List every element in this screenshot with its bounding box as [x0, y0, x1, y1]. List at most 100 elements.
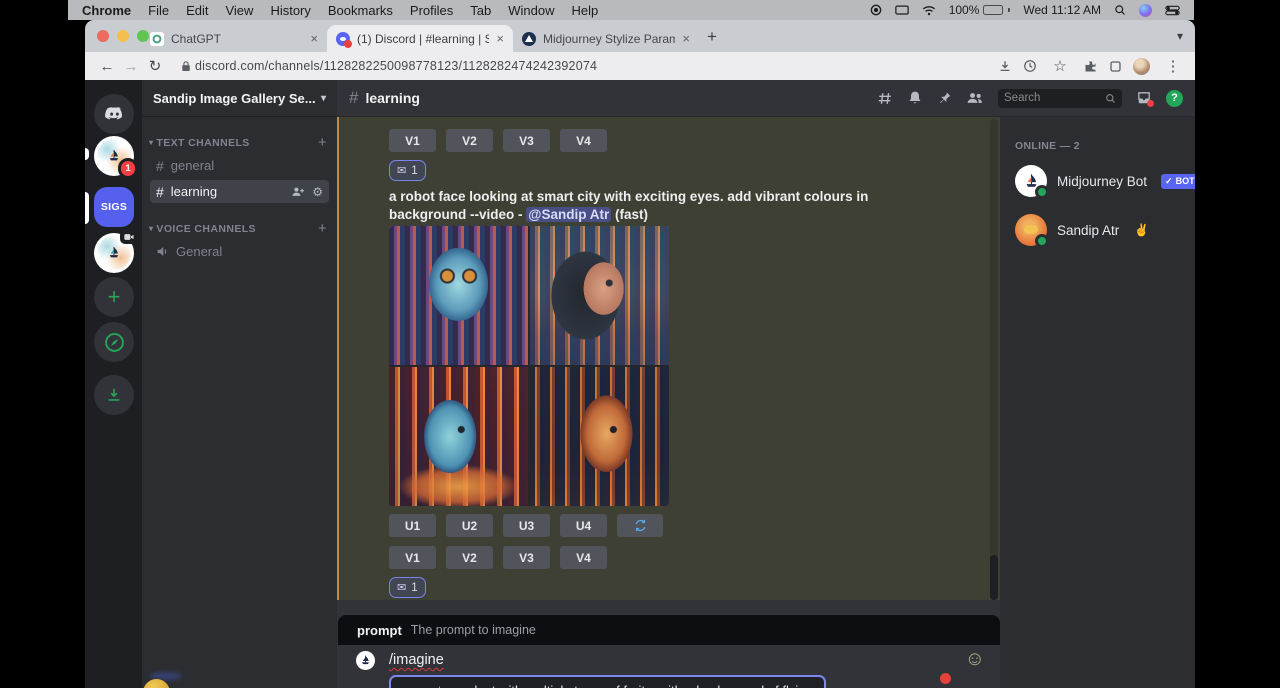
bot-badge: ✓BOT — [1161, 174, 1195, 189]
member-midjourney-bot[interactable]: Midjourney Bot ✓BOT — [1015, 161, 1195, 201]
chat-scrollbar-thumb[interactable] — [990, 555, 998, 600]
v4-button[interactable]: V4 — [560, 129, 607, 152]
menu-file[interactable]: File — [148, 3, 169, 18]
tab-midjourney-doc[interactable]: Midjourney Stylize Parameter × — [513, 25, 699, 52]
browser-window: ChatGPT × (1) Discord | #learning | Sand… — [85, 20, 1195, 688]
menu-tab[interactable]: Tab — [470, 3, 491, 18]
discord-home-button[interactable] — [94, 94, 134, 134]
v1-button[interactable]: V1 — [389, 546, 436, 569]
v1-button[interactable]: V1 — [389, 129, 436, 152]
server-header[interactable]: Sandip Image Gallery Se... ▾ — [142, 80, 337, 117]
battery-indicator[interactable]: 100% — [949, 3, 1011, 17]
screen-record-icon[interactable] — [870, 4, 882, 16]
siri-icon[interactable] — [1139, 4, 1152, 17]
member-sandip-atr[interactable]: Sandip Atr ✌ — [1015, 210, 1195, 250]
hash-icon: # — [349, 88, 358, 108]
message-composer: /imagine ☺ prompt a plant with multiple … — [338, 645, 1000, 688]
menu-help[interactable]: Help — [572, 3, 599, 18]
menu-bookmarks[interactable]: Bookmarks — [328, 3, 393, 18]
minimize-window-button[interactable] — [117, 30, 129, 42]
server-midjourney[interactable]: 1 — [94, 136, 134, 176]
browser-menu-icon[interactable]: ⋮ — [1161, 59, 1185, 74]
menu-edit[interactable]: Edit — [186, 3, 208, 18]
v4-button[interactable]: V4 — [560, 546, 607, 569]
create-channel-icon[interactable]: + — [318, 134, 327, 151]
inbox-icon[interactable] — [1136, 90, 1152, 106]
reroll-button[interactable] — [617, 514, 663, 537]
voice-channels-section[interactable]: ▾ VOICE CHANNELS + — [142, 220, 337, 237]
tab-chatgpt[interactable]: ChatGPT × — [141, 25, 327, 52]
channel-general[interactable]: # general — [150, 154, 329, 177]
spotlight-icon[interactable] — [1114, 4, 1126, 16]
menubar-clock[interactable]: Wed 11:12 AM — [1023, 3, 1101, 17]
channel-learning[interactable]: # learning ⚙ — [150, 180, 329, 203]
member-list-icon[interactable] — [966, 91, 984, 105]
v3-button[interactable]: V3 — [503, 129, 550, 152]
menu-history[interactable]: History — [270, 3, 310, 18]
v2-button[interactable]: V2 — [446, 129, 493, 152]
wifi-icon[interactable] — [922, 5, 936, 16]
download-apps-button[interactable] — [94, 375, 134, 415]
server-menu-chevron-icon[interactable]: ▾ — [321, 93, 326, 104]
notifications-bell-icon[interactable] — [907, 90, 923, 106]
menu-app-chrome[interactable]: Chrome — [82, 3, 131, 18]
v3-button[interactable]: V3 — [503, 546, 550, 569]
emoji-picker-icon[interactable]: ☺ — [965, 649, 985, 669]
help-icon[interactable]: ? — [1166, 90, 1183, 107]
forward-button[interactable]: → — [119, 59, 143, 74]
chat-scrollbar-track[interactable] — [990, 119, 998, 598]
extensions-icon[interactable] — [1083, 59, 1098, 74]
server-midjourney-alt[interactable] — [94, 233, 134, 273]
back-button[interactable]: ← — [95, 59, 119, 74]
user-mention[interactable]: @Sandip Atr — [526, 207, 611, 222]
close-tab-icon[interactable]: × — [310, 32, 318, 45]
tab-discord[interactable]: (1) Discord | #learning | Sandi × — [327, 25, 513, 52]
imagine-command[interactable]: /imagine — [389, 652, 444, 668]
prompt-option-input[interactable]: prompt a plant with multiple types of fr… — [389, 675, 826, 688]
u4-button[interactable]: U4 — [560, 514, 607, 537]
bookmark-star-icon[interactable]: ☆ — [1048, 59, 1072, 74]
invite-people-icon[interactable] — [291, 186, 305, 198]
envelope-reaction[interactable]: ✉ 1 — [389, 160, 426, 181]
u1-button[interactable]: U1 — [389, 514, 436, 537]
v2-button[interactable]: V2 — [446, 546, 493, 569]
tab-overflow-chevron-icon[interactable]: ▾ — [1177, 29, 1183, 43]
display-icon[interactable] — [895, 5, 909, 16]
reload-button[interactable]: ↻ — [143, 59, 167, 74]
close-tab-icon[interactable]: × — [496, 32, 504, 45]
tab-switcher-icon[interactable] — [1109, 60, 1122, 73]
pinned-messages-icon[interactable] — [937, 91, 952, 106]
u2-button[interactable]: U2 — [446, 514, 493, 537]
add-server-button[interactable]: + — [94, 277, 134, 317]
close-tab-icon[interactable]: × — [682, 32, 690, 45]
menu-view[interactable]: View — [225, 3, 253, 18]
profile-avatar[interactable] — [1133, 58, 1150, 75]
check-icon: ✓ — [1165, 176, 1173, 187]
create-channel-icon[interactable]: + — [318, 220, 327, 237]
close-window-button[interactable] — [97, 30, 109, 42]
generated-image-4[interactable] — [530, 367, 669, 506]
lock-icon[interactable] — [181, 60, 191, 72]
option-value[interactable]: a plant with multiple types of fruits, w… — [456, 683, 814, 688]
search-input[interactable]: Search — [998, 89, 1122, 108]
reading-list-icon[interactable] — [1023, 59, 1037, 73]
midjourney-image-grid[interactable] — [389, 226, 669, 506]
downloads-icon[interactable] — [998, 59, 1012, 73]
explore-servers-button[interactable] — [94, 322, 134, 362]
generated-image-1[interactable] — [389, 226, 528, 365]
envelope-reaction[interactable]: ✉ 1 — [389, 577, 426, 598]
new-tab-button[interactable]: + — [699, 27, 725, 47]
threads-icon[interactable] — [877, 91, 893, 106]
menu-profiles[interactable]: Profiles — [410, 3, 453, 18]
control-center-icon[interactable] — [1165, 5, 1180, 16]
menu-window[interactable]: Window — [508, 3, 554, 18]
discord-app: 1 SIGS + Sandip Image Galle — [85, 80, 1195, 688]
u3-button[interactable]: U3 — [503, 514, 550, 537]
generated-image-3[interactable] — [389, 367, 528, 506]
channel-settings-icon[interactable]: ⚙ — [312, 185, 323, 199]
server-sigs[interactable]: SIGS — [94, 187, 134, 227]
address-bar[interactable]: discord.com/channels/1128282250098778123… — [195, 59, 597, 73]
voice-channel-general[interactable]: General — [150, 240, 329, 263]
text-channels-section[interactable]: ▾ TEXT CHANNELS + — [142, 134, 337, 151]
generated-image-2[interactable] — [530, 226, 669, 365]
